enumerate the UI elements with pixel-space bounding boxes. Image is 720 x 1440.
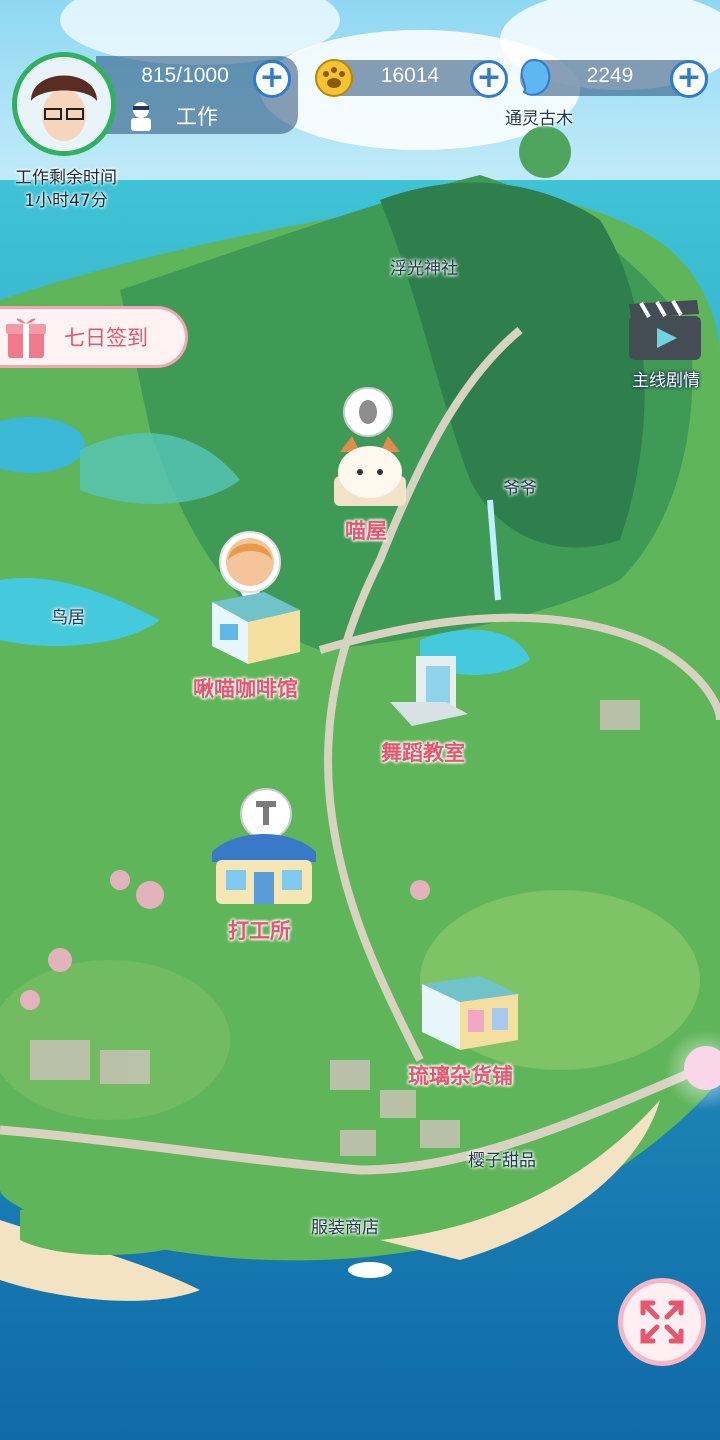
expand-map-button[interactable] bbox=[618, 1278, 706, 1366]
player-portrait-icon bbox=[17, 57, 111, 151]
place-grandpa[interactable]: 爷爷 bbox=[503, 474, 537, 499]
place-shrine[interactable]: 浮光神社 bbox=[390, 254, 458, 279]
cafe-building[interactable] bbox=[204, 582, 304, 668]
daily-signin-label: 七日签到 bbox=[64, 326, 148, 350]
blue-spirit-icon bbox=[514, 56, 554, 100]
expand-icon bbox=[640, 1300, 684, 1344]
cat-house-building[interactable] bbox=[330, 432, 410, 512]
place-clothing-store[interactable]: 服装商店 bbox=[311, 1213, 379, 1238]
dance-school-label[interactable]: 舞蹈教室 bbox=[381, 737, 465, 767]
glass-shop-icon bbox=[422, 976, 518, 1050]
place-sakura-sweets[interactable]: 樱子甜品 bbox=[468, 1146, 536, 1171]
place-torii[interactable]: 鸟居 bbox=[51, 603, 85, 628]
add-paw-coin-button[interactable]: + bbox=[470, 60, 508, 98]
spirit-gem-amount: 2249 bbox=[586, 64, 634, 87]
player-avatar[interactable] bbox=[12, 52, 116, 156]
cafe-label[interactable]: 啾喵咖啡馆 bbox=[193, 673, 298, 703]
job-center-label[interactable]: 打工所 bbox=[228, 915, 291, 945]
place-ancient-tree[interactable]: 通灵古木 bbox=[505, 104, 573, 129]
cafe-building-icon bbox=[212, 592, 300, 664]
add-spirit-gem-button[interactable]: + bbox=[670, 60, 708, 98]
glass-shop-building[interactable] bbox=[418, 968, 522, 1056]
main-story-label[interactable]: 主线剧情 bbox=[612, 366, 720, 391]
paw-coin-amount: 16014 bbox=[380, 64, 440, 87]
worker-icon bbox=[126, 100, 156, 132]
job-center-icon bbox=[212, 834, 316, 904]
energy-counter: 815/1000 bbox=[141, 64, 229, 87]
dance-school-icon bbox=[390, 656, 468, 726]
add-energy-button[interactable]: + bbox=[253, 60, 291, 98]
cat-house-label[interactable]: 喵屋 bbox=[345, 515, 387, 545]
paw-coin-icon bbox=[314, 58, 354, 98]
cat-face-icon bbox=[334, 436, 406, 506]
gift-icon bbox=[2, 312, 52, 362]
dance-school-building[interactable] bbox=[386, 650, 472, 736]
work-remaining-value: 1小时47分 bbox=[24, 191, 108, 211]
glass-shop-label[interactable]: 琉璃杂货铺 bbox=[408, 1060, 513, 1090]
job-center-building[interactable] bbox=[206, 822, 322, 912]
clapperboard-icon[interactable] bbox=[627, 298, 703, 362]
work-status-label: 工作 bbox=[176, 105, 218, 129]
work-remaining-label: 工作剩余时间 bbox=[15, 168, 117, 188]
